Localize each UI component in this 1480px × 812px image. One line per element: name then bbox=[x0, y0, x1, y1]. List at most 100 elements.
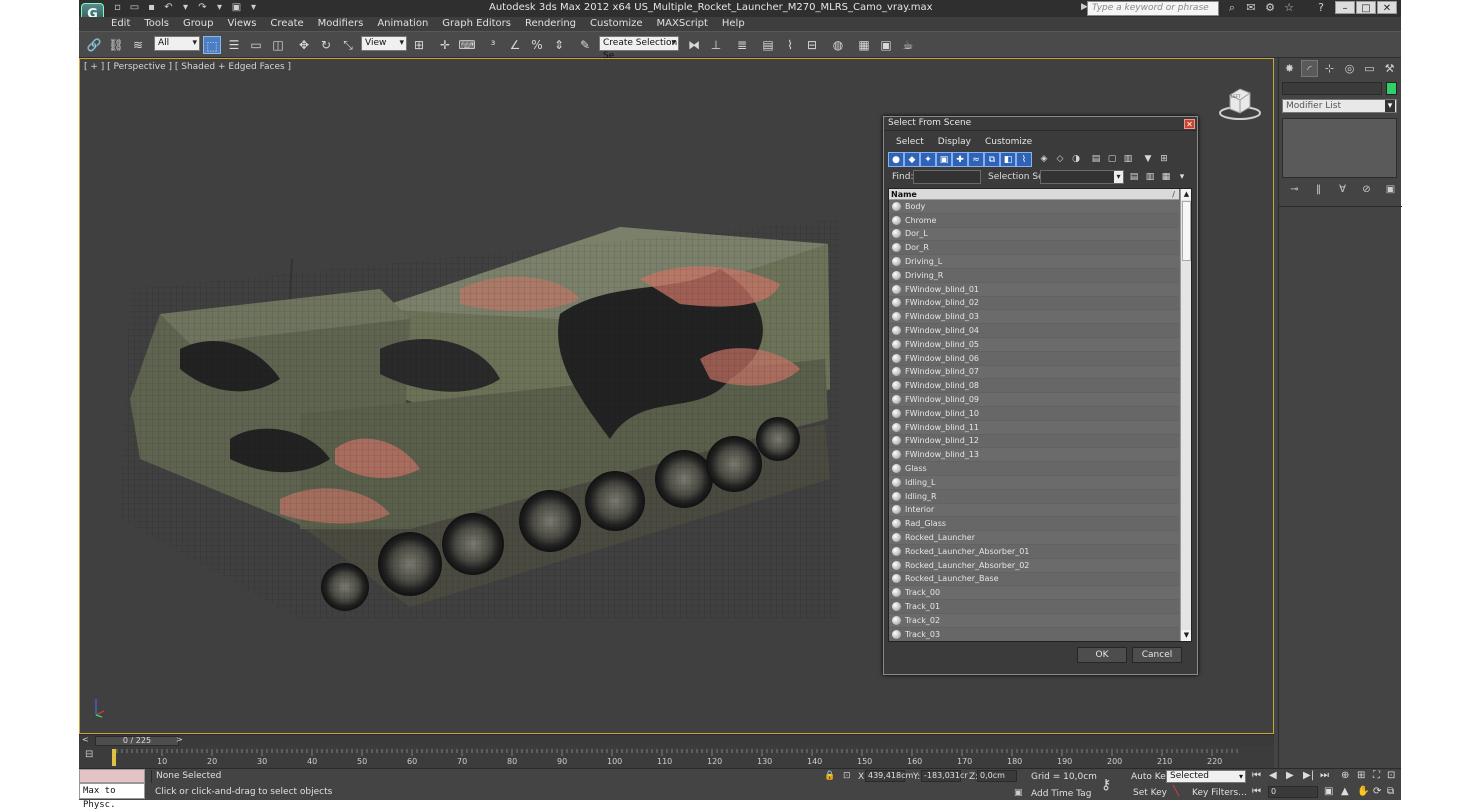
favorites-icon[interactable]: ☆ bbox=[1282, 1, 1296, 15]
list-item[interactable]: Interior bbox=[889, 504, 1179, 518]
geometry-filter-icon[interactable]: ● bbox=[888, 152, 904, 167]
x-coordinate-field[interactable]: 439,418cm bbox=[865, 770, 913, 782]
z-coordinate-field[interactable]: 0,0cm bbox=[977, 770, 1017, 782]
list-scrollbar[interactable]: ▲ ▼ bbox=[1180, 189, 1191, 641]
edit-selection-set-icon[interactable]: ▥ bbox=[1144, 171, 1156, 183]
play-icon[interactable]: ▶ bbox=[1286, 770, 1294, 781]
field-of-view-icon[interactable]: ▲ bbox=[1341, 786, 1349, 797]
show-end-result-icon[interactable]: ‖ bbox=[1311, 182, 1326, 197]
window-crossing-icon[interactable]: ◫ bbox=[269, 36, 287, 54]
scroll-down-icon[interactable]: ▼ bbox=[1181, 630, 1191, 641]
cancel-button[interactable]: Cancel bbox=[1132, 647, 1182, 663]
display-all-icon[interactable]: ◈ bbox=[1036, 152, 1052, 167]
make-unique-icon[interactable]: ∀ bbox=[1335, 182, 1350, 197]
list-item[interactable]: Track_03 bbox=[889, 627, 1179, 641]
helpers-filter-icon[interactable]: ✚ bbox=[952, 152, 968, 167]
list-item[interactable]: FWindow_blind_05 bbox=[889, 338, 1179, 352]
zoom-icon[interactable]: ⊕ bbox=[1341, 770, 1349, 781]
bind-space-warp-icon[interactable]: ≋ bbox=[129, 36, 147, 54]
time-slider[interactable]: 0 / 225 bbox=[95, 736, 179, 746]
layer-manager-icon[interactable]: ≣ bbox=[733, 36, 751, 54]
menu-maxscript[interactable]: MAXScript bbox=[657, 17, 708, 31]
list-item[interactable]: FWindow_blind_09 bbox=[889, 393, 1179, 407]
menu-edit[interactable]: Edit bbox=[111, 17, 130, 31]
list-item[interactable]: Rocked_Launcher_Base bbox=[889, 572, 1179, 587]
list-item[interactable]: FWindow_blind_10 bbox=[889, 406, 1179, 421]
select-and-scale-icon[interactable]: ⤡ bbox=[339, 36, 357, 54]
curve-editor-icon[interactable]: ⌇ bbox=[781, 36, 799, 54]
maxscript-mini-listener-top[interactable] bbox=[79, 769, 145, 783]
edit-named-selection-icon[interactable]: ✎ bbox=[576, 36, 594, 54]
invert-display-icon[interactable]: ◑ bbox=[1068, 152, 1084, 167]
search-input[interactable]: Type a keyword or phrase bbox=[1087, 1, 1219, 16]
pan-view-icon[interactable]: ✋ bbox=[1357, 786, 1369, 797]
lights-filter-icon[interactable]: ✦ bbox=[920, 152, 936, 167]
selection-filter-dropdown[interactable]: All bbox=[154, 36, 200, 51]
spinner-snap-icon[interactable]: ⇕ bbox=[550, 36, 568, 54]
menu-customize[interactable]: Customize bbox=[590, 17, 643, 31]
redo-icon[interactable]: ↷ bbox=[196, 2, 209, 14]
list-item[interactable]: Idling_R bbox=[889, 489, 1179, 504]
absolute-mode-icon[interactable]: ⊡ bbox=[843, 771, 851, 781]
menu-rendering[interactable]: Rendering bbox=[525, 17, 576, 31]
named-selection-dropdown[interactable]: Create Selection Se bbox=[599, 36, 679, 61]
motion-tab-icon[interactable]: ◎ bbox=[1341, 60, 1358, 77]
previous-frame-icon[interactable]: ◀ bbox=[1269, 770, 1277, 781]
list-item[interactable]: FWindow_blind_07 bbox=[889, 366, 1179, 380]
list-item[interactable]: FWindow_blind_02 bbox=[889, 296, 1179, 311]
next-frame-icon[interactable]: ▶| bbox=[1303, 770, 1314, 781]
selection-lock-icon[interactable]: 🔒 bbox=[824, 771, 835, 781]
list-item[interactable]: FWindow_blind_03 bbox=[889, 310, 1179, 325]
select-and-link-icon[interactable]: 🔗 bbox=[85, 36, 103, 54]
time-next-icon[interactable]: > bbox=[176, 735, 183, 744]
scroll-up-icon[interactable]: ▲ bbox=[1181, 189, 1191, 200]
bones-filter-icon[interactable]: ⌇ bbox=[1016, 152, 1032, 167]
list-item[interactable]: Rocked_Launcher_Absorber_01 bbox=[889, 544, 1179, 559]
communication-center-icon[interactable]: ✉ bbox=[1244, 1, 1258, 15]
selection-set-arrow-icon[interactable]: ▾ bbox=[1114, 171, 1123, 183]
configure-modifier-sets-icon[interactable]: ▣ bbox=[1383, 182, 1398, 197]
undo-dropdown-icon[interactable]: ▾ bbox=[179, 2, 192, 14]
maxscript-mini-listener[interactable]: Max to Physc. bbox=[79, 783, 145, 810]
shapes-filter-icon[interactable]: ◆ bbox=[904, 152, 920, 167]
time-tag-icon[interactable]: ▣ bbox=[1014, 788, 1023, 798]
save-file-icon[interactable]: ▪ bbox=[145, 2, 158, 14]
create-tab-icon[interactable]: ✸ bbox=[1281, 60, 1298, 77]
utilities-tab-icon[interactable]: ⚒ bbox=[1381, 60, 1398, 77]
select-and-rotate-icon[interactable]: ↻ bbox=[317, 36, 335, 54]
selection-set-dropdown[interactable] bbox=[1040, 170, 1124, 184]
list-item[interactable]: FWindow_blind_04 bbox=[889, 324, 1179, 338]
panel-options-icon[interactable]: ▾ bbox=[1176, 171, 1188, 183]
help-icon[interactable]: ? bbox=[1314, 1, 1328, 15]
name-column-header[interactable]: Name / bbox=[889, 189, 1179, 200]
key-mode-toggle-icon[interactable]: ⏮ bbox=[1252, 786, 1261, 797]
modify-tab-icon[interactable]: ◜ bbox=[1301, 60, 1318, 77]
list-item[interactable]: Rocked_Launcher_Absorber_02 bbox=[889, 559, 1179, 573]
render-setup-icon[interactable]: ▦ bbox=[855, 36, 873, 54]
new-file-icon[interactable]: ▫ bbox=[111, 2, 124, 14]
redo-dropdown-icon[interactable]: ▾ bbox=[213, 2, 226, 14]
list-item[interactable]: Track_01 bbox=[889, 600, 1179, 614]
menu-modifiers[interactable]: Modifiers bbox=[318, 17, 364, 31]
list-item[interactable]: FWindow_blind_06 bbox=[889, 351, 1179, 366]
schematic-view-icon[interactable]: ⊟ bbox=[803, 36, 821, 54]
minimize-button[interactable]: – bbox=[1335, 1, 1355, 14]
track-bar[interactable]: ⊟ 10 20 30 40 50 60 70 80 90 100 110 120 130 140 150 16… bbox=[79, 746, 1274, 768]
render-production-icon[interactable]: ☕ bbox=[899, 36, 917, 54]
list-item[interactable]: FWindow_blind_08 bbox=[889, 379, 1179, 394]
groups-filter-icon[interactable]: ⧉ bbox=[984, 152, 1000, 167]
key-mode-dropdown[interactable]: Selected bbox=[1166, 770, 1246, 783]
list-item[interactable]: FWindow_blind_12 bbox=[889, 434, 1179, 449]
menu-graph-editors[interactable]: Graph Editors bbox=[442, 17, 511, 31]
go-to-end-icon[interactable]: ⏭ bbox=[1320, 770, 1329, 781]
menu-views[interactable]: Views bbox=[227, 17, 256, 31]
time-prev-icon[interactable]: < bbox=[82, 735, 89, 744]
list-item[interactable]: Idling_L bbox=[889, 476, 1179, 490]
zoom-extents-icon[interactable]: ⛶ bbox=[1373, 770, 1380, 781]
snaps-toggle-icon[interactable]: ³ bbox=[484, 36, 502, 54]
rectangular-selection-icon[interactable]: ▭ bbox=[247, 36, 265, 54]
align-icon[interactable]: ⊥ bbox=[707, 36, 725, 54]
list-item[interactable]: FWindow_blind_13 bbox=[889, 448, 1179, 463]
select-object-icon[interactable]: ⬚ bbox=[203, 36, 221, 54]
spacewarps-filter-icon[interactable]: ≈ bbox=[968, 152, 984, 167]
